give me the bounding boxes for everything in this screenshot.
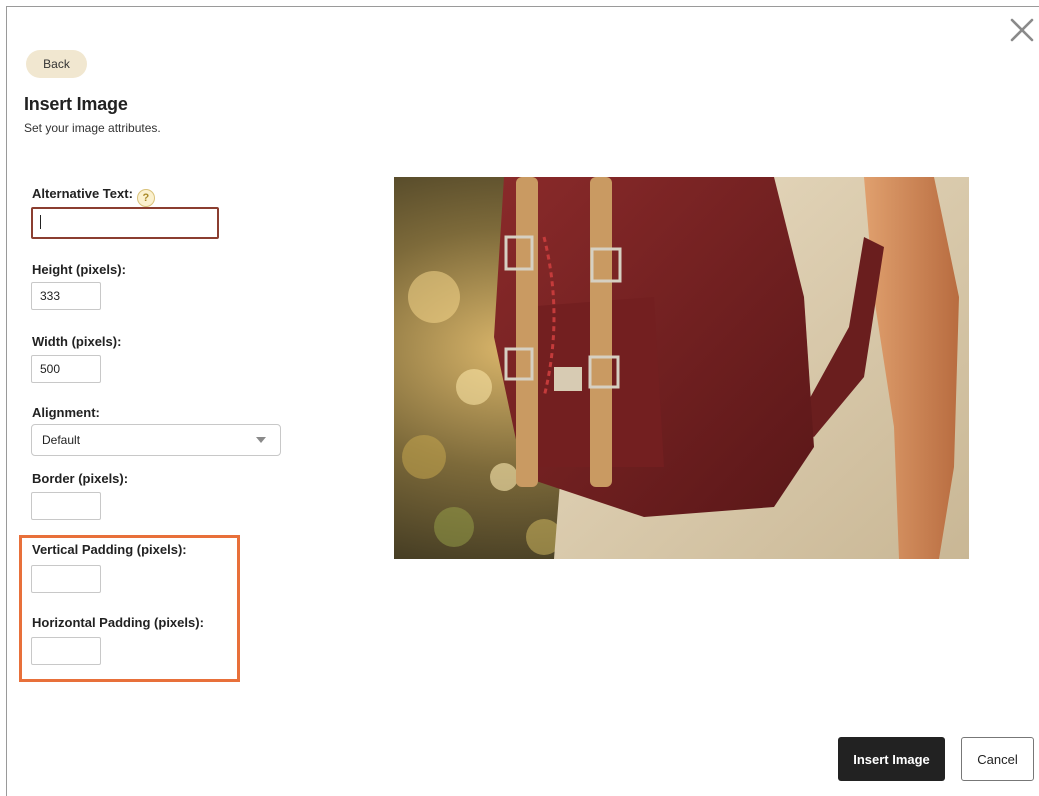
alt-text-label-row: Alternative Text:? <box>32 186 155 207</box>
width-input[interactable] <box>31 355 101 383</box>
height-input[interactable] <box>31 282 101 310</box>
text-cursor <box>40 215 41 229</box>
horizontal-padding-label: Horizontal Padding (pixels): <box>32 615 204 630</box>
alignment-select[interactable]: Default <box>31 424 281 456</box>
alignment-label: Alignment: <box>32 405 100 420</box>
insert-image-button[interactable]: Insert Image <box>838 737 945 781</box>
width-label: Width (pixels): <box>32 334 122 349</box>
dialog-title: Insert Image <box>24 94 128 114</box>
alt-text-label: Alternative Text: <box>32 186 133 201</box>
dialog-subtitle: Set your image attributes. <box>24 121 161 135</box>
help-icon[interactable]: ? <box>136 189 155 207</box>
vertical-padding-input[interactable] <box>31 565 101 593</box>
back-button[interactable]: Back <box>26 50 87 78</box>
height-label: Height (pixels): <box>32 262 126 277</box>
horizontal-padding-input[interactable] <box>31 637 101 665</box>
vertical-padding-label: Vertical Padding (pixels): <box>32 542 187 557</box>
image-preview <box>394 177 969 559</box>
alignment-selected-value: Default <box>42 433 81 447</box>
alt-text-input[interactable] <box>31 207 219 239</box>
chevron-down-icon <box>256 437 266 443</box>
close-icon[interactable] <box>1008 16 1036 44</box>
border-input[interactable] <box>31 492 101 520</box>
border-label: Border (pixels): <box>32 471 129 486</box>
cancel-button[interactable]: Cancel <box>961 737 1034 781</box>
